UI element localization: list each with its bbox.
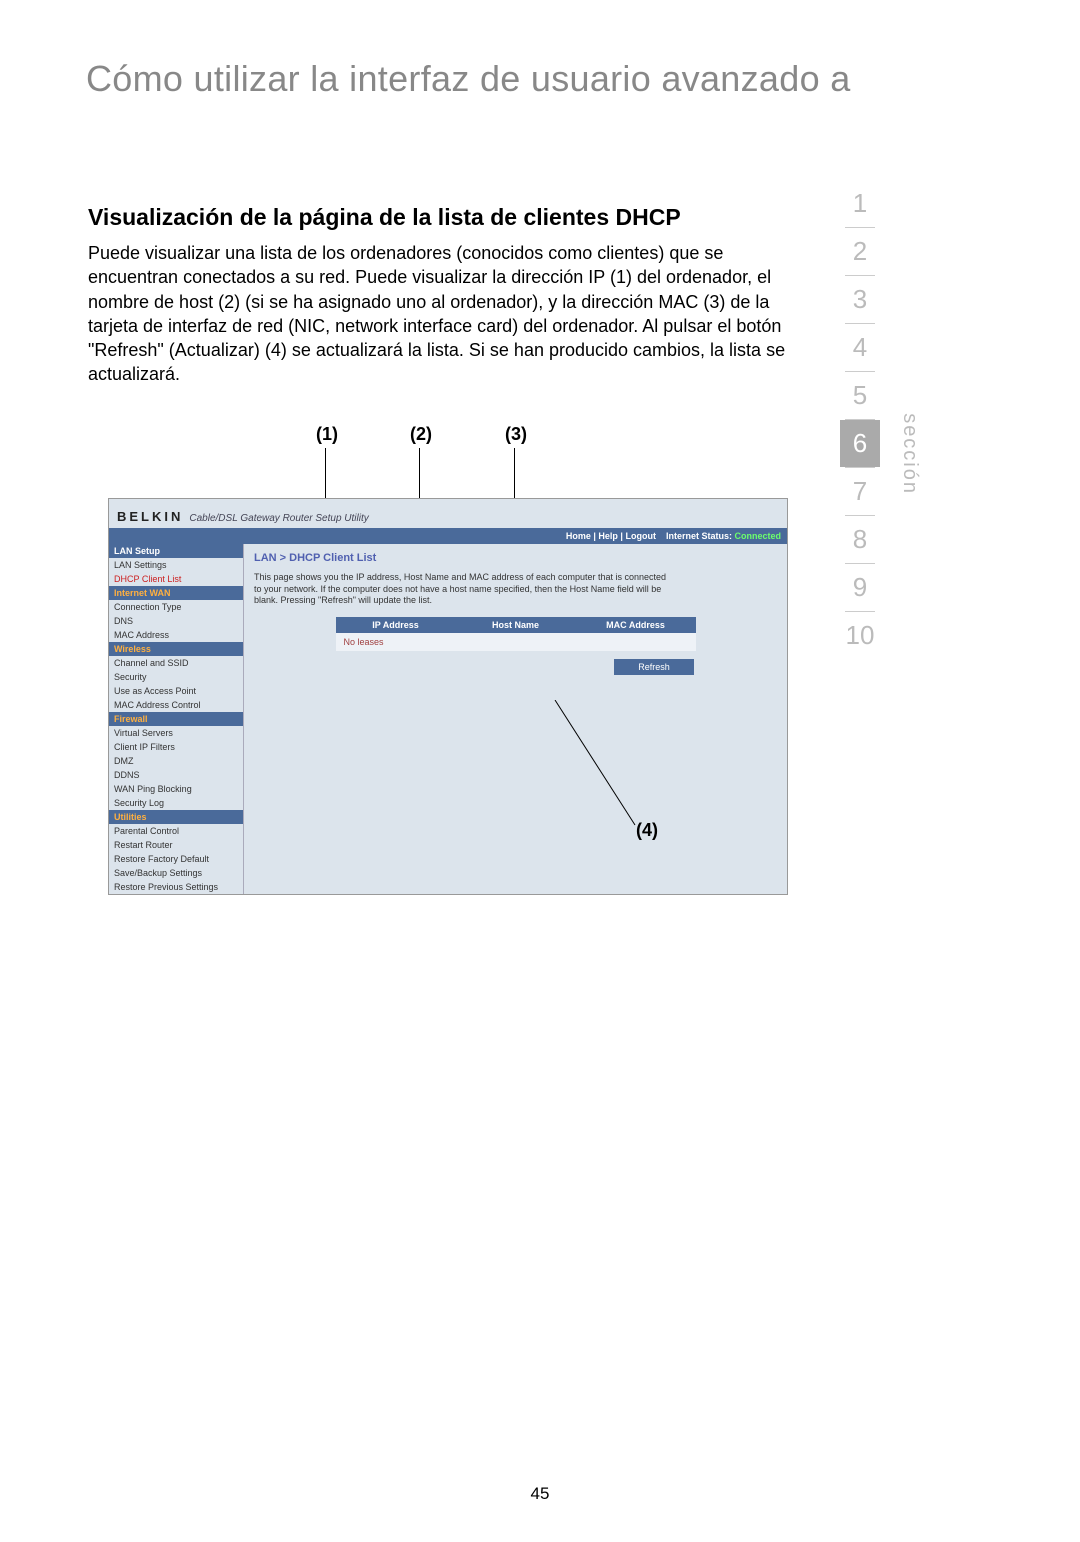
section-nav-1[interactable]: 1 <box>840 180 880 227</box>
sidebar-ddns[interactable]: DDNS <box>109 768 243 782</box>
sidebar-dmz[interactable]: DMZ <box>109 754 243 768</box>
sidebar: LAN SetupLAN SettingsDHCP Client ListInt… <box>109 544 244 894</box>
sidebar-restore-factory-default[interactable]: Restore Factory Default <box>109 852 243 866</box>
section-nav-8[interactable]: 8 <box>840 516 880 563</box>
sidebar-lan-setup: LAN Setup <box>109 544 243 558</box>
refresh-button[interactable]: Refresh <box>614 659 694 675</box>
sidebar-security-log[interactable]: Security Log <box>109 796 243 810</box>
col-host-name: Host Name <box>456 617 576 633</box>
sidebar-save-backup-settings[interactable]: Save/Backup Settings <box>109 866 243 880</box>
status-label: Internet Status: <box>666 531 732 541</box>
sidebar-firewall: Firewall <box>109 712 243 726</box>
sidebar-mac-address[interactable]: MAC Address <box>109 628 243 642</box>
ss-topbar: Home | Help | Logout Internet Status: Co… <box>109 528 787 544</box>
callout-4: (4) <box>636 820 658 841</box>
section-nav-10[interactable]: 10 <box>840 612 880 659</box>
col-ip-address: IP Address <box>336 617 456 633</box>
callout-1: (1) <box>316 424 338 445</box>
section-paragraph: Puede visualizar una lista de los ordena… <box>88 241 798 387</box>
breadcrumb: LAN > DHCP Client List <box>254 552 777 564</box>
section-nav-7[interactable]: 7 <box>840 468 880 515</box>
callout-3: (3) <box>505 424 527 445</box>
sidebar-restore-previous-settings[interactable]: Restore Previous Settings <box>109 880 243 894</box>
callout-numbers: (1) (2) (3) <box>280 424 780 494</box>
topbar-links[interactable]: Home | Help | Logout <box>566 531 656 541</box>
sidebar-client-ip-filters[interactable]: Client IP Filters <box>109 740 243 754</box>
sidebar-security[interactable]: Security <box>109 670 243 684</box>
section-nav-2[interactable]: 2 <box>840 228 880 275</box>
page-title: Cómo utilizar la interfaz de usuario ava… <box>86 58 851 100</box>
sidebar-parental-control[interactable]: Parental Control <box>109 824 243 838</box>
section-nav-5[interactable]: 5 <box>840 372 880 419</box>
page-number: 45 <box>531 1484 550 1504</box>
sidebar-mac-address-control[interactable]: MAC Address Control <box>109 698 243 712</box>
ss-body: LAN SetupLAN SettingsDHCP Client ListInt… <box>109 544 787 894</box>
sidebar-wireless: Wireless <box>109 642 243 656</box>
sidebar-use-as-access-point[interactable]: Use as Access Point <box>109 684 243 698</box>
ss-header: BELKIN Cable/DSL Gateway Router Setup Ut… <box>109 499 787 528</box>
sidebar-channel-and-ssid[interactable]: Channel and SSID <box>109 656 243 670</box>
sidebar-utilities: Utilities <box>109 810 243 824</box>
section-heading: Visualización de la página de la lista d… <box>88 204 798 231</box>
main-panel: LAN > DHCP Client List This page shows y… <box>244 544 787 894</box>
section-label: sección <box>898 413 921 495</box>
col-mac-address: MAC Address <box>576 617 696 633</box>
page-description: This page shows you the IP address, Host… <box>254 572 674 607</box>
sidebar-dhcp-client-list[interactable]: DHCP Client List <box>109 572 243 586</box>
section-nav-9[interactable]: 9 <box>840 564 880 611</box>
content-block: Visualización de la página de la lista d… <box>88 204 798 387</box>
section-nav-3[interactable]: 3 <box>840 276 880 323</box>
sidebar-restart-router[interactable]: Restart Router <box>109 838 243 852</box>
sidebar-lan-settings[interactable]: LAN Settings <box>109 558 243 572</box>
sidebar-connection-type[interactable]: Connection Type <box>109 600 243 614</box>
brand-subtitle: Cable/DSL Gateway Router Setup Utility <box>189 513 368 524</box>
no-leases-row: No leases <box>336 633 696 651</box>
sidebar-virtual-servers[interactable]: Virtual Servers <box>109 726 243 740</box>
callout-2: (2) <box>410 424 432 445</box>
section-nav-6[interactable]: 6 <box>840 420 880 467</box>
section-nav-4[interactable]: 4 <box>840 324 880 371</box>
brand-logo: BELKIN <box>117 509 183 524</box>
sidebar-dns[interactable]: DNS <box>109 614 243 628</box>
sidebar-internet-wan: Internet WAN <box>109 586 243 600</box>
section-nav: 12345678910 <box>840 180 880 659</box>
table-header-row: IP AddressHost NameMAC Address <box>336 617 696 633</box>
status-value: Connected <box>734 531 781 541</box>
sidebar-wan-ping-blocking[interactable]: WAN Ping Blocking <box>109 782 243 796</box>
router-ui-screenshot: BELKIN Cable/DSL Gateway Router Setup Ut… <box>108 498 788 895</box>
